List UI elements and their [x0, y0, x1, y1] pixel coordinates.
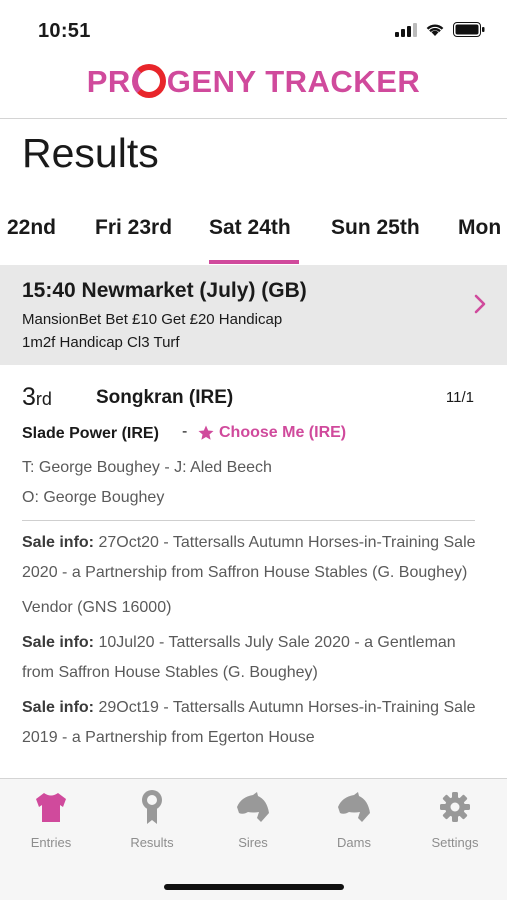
horse-name: Songkran (IRE)	[96, 387, 234, 408]
owner: O: George Boughey	[22, 489, 165, 506]
finishing-position: 3rd	[22, 383, 52, 412]
date-tab[interactable]: Fri 23rd	[95, 216, 172, 240]
sale-info-item: Sale info: 10Jul20 - Tattersalls July Sa…	[22, 628, 482, 688]
tab-label: Entries	[30, 835, 72, 850]
rosette-icon	[142, 790, 162, 824]
sale-info-label: Sale info:	[22, 534, 95, 551]
race-details: 1m2f Handicap Cl3 Turf	[22, 334, 180, 351]
trainer-jockey: T: George Boughey - J: Aled Beech	[22, 459, 272, 476]
sale-info-item: Sale info: 27Oct20 - Tattersalls Autumn …	[22, 528, 482, 588]
tab-dams[interactable]: Dams	[304, 789, 404, 850]
tab-results[interactable]: Results	[102, 789, 202, 850]
race-name: MansionBet Bet £10 Get £20 Handicap	[22, 311, 283, 328]
card-divider	[22, 520, 475, 521]
result-card: 3rd Songkran (IRE) 11/1 Slade Power (IRE…	[0, 365, 507, 780]
status-bar: 10:51	[0, 0, 507, 58]
star-icon	[198, 425, 214, 440]
odds: 11/1	[445, 389, 474, 406]
date-tab[interactable]: Sun 25th	[331, 216, 420, 240]
logo-ring-icon	[131, 64, 166, 98]
selected-tab-indicator	[209, 260, 299, 264]
tab-entries[interactable]: Entries	[1, 789, 101, 850]
status-icons	[395, 22, 485, 37]
vendor-info: Vendor (GNS 16000)	[22, 593, 482, 623]
home-indicator	[164, 884, 344, 890]
date-tab-selected[interactable]: Sat 24th	[209, 216, 291, 240]
tab-label: Sires	[238, 835, 268, 850]
sale-info-label: Sale info:	[22, 699, 95, 716]
dam-link[interactable]: Choose Me (IRE)	[197, 424, 346, 442]
tab-sires[interactable]: Sires	[203, 789, 303, 850]
dam-name: Choose Me (IRE)	[219, 424, 347, 441]
logo-text-start: PR	[86, 64, 131, 99]
horse-head-icon	[338, 792, 370, 822]
pedigree-separator: -	[182, 423, 188, 440]
chevron-right-icon[interactable]	[473, 293, 487, 315]
race-title: 15:40 Newmarket (July) (GB)	[22, 279, 307, 302]
jockey-silks-icon	[36, 793, 66, 822]
logo-text-end: GENY TRACKER	[166, 64, 421, 99]
tab-label: Dams	[337, 835, 371, 850]
date-tab[interactable]: Mon	[458, 216, 501, 240]
battery-icon	[453, 22, 485, 37]
horse-head-icon	[237, 792, 269, 822]
gear-icon	[440, 792, 470, 822]
bottom-tab-bar: Entries Results Sires Dams Settings	[0, 778, 507, 900]
vendor-text: Vendor (GNS 16000)	[22, 599, 172, 616]
page-title: Results	[22, 130, 159, 176]
header-divider	[0, 118, 507, 119]
sale-info-label: Sale info:	[22, 634, 95, 651]
position-suffix: rd	[35, 389, 52, 409]
tab-label: Results	[130, 835, 174, 850]
tab-label: Settings	[431, 835, 479, 850]
sire-name[interactable]: Slade Power (IRE)	[22, 425, 159, 443]
tab-settings[interactable]: Settings	[405, 789, 505, 850]
date-tab[interactable]: 22nd	[7, 216, 56, 240]
sale-info-list: Sale info: 27Oct20 - Tattersalls Autumn …	[22, 528, 482, 758]
wifi-icon	[426, 24, 444, 36]
status-time: 10:51	[38, 20, 91, 42]
date-tabs: 22nd Fri 23rd Sat 24th Sun 25th Mon	[0, 212, 507, 264]
position-number: 3	[22, 383, 36, 411]
sale-info-item: Sale info: 29Oct19 - Tattersalls Autumn …	[22, 693, 482, 753]
progeny-tracker-logo: PR GENY TRACKER	[0, 64, 507, 100]
cellular-signal-icon	[395, 22, 417, 37]
race-header[interactable]: 15:40 Newmarket (July) (GB) MansionBet B…	[0, 265, 507, 365]
